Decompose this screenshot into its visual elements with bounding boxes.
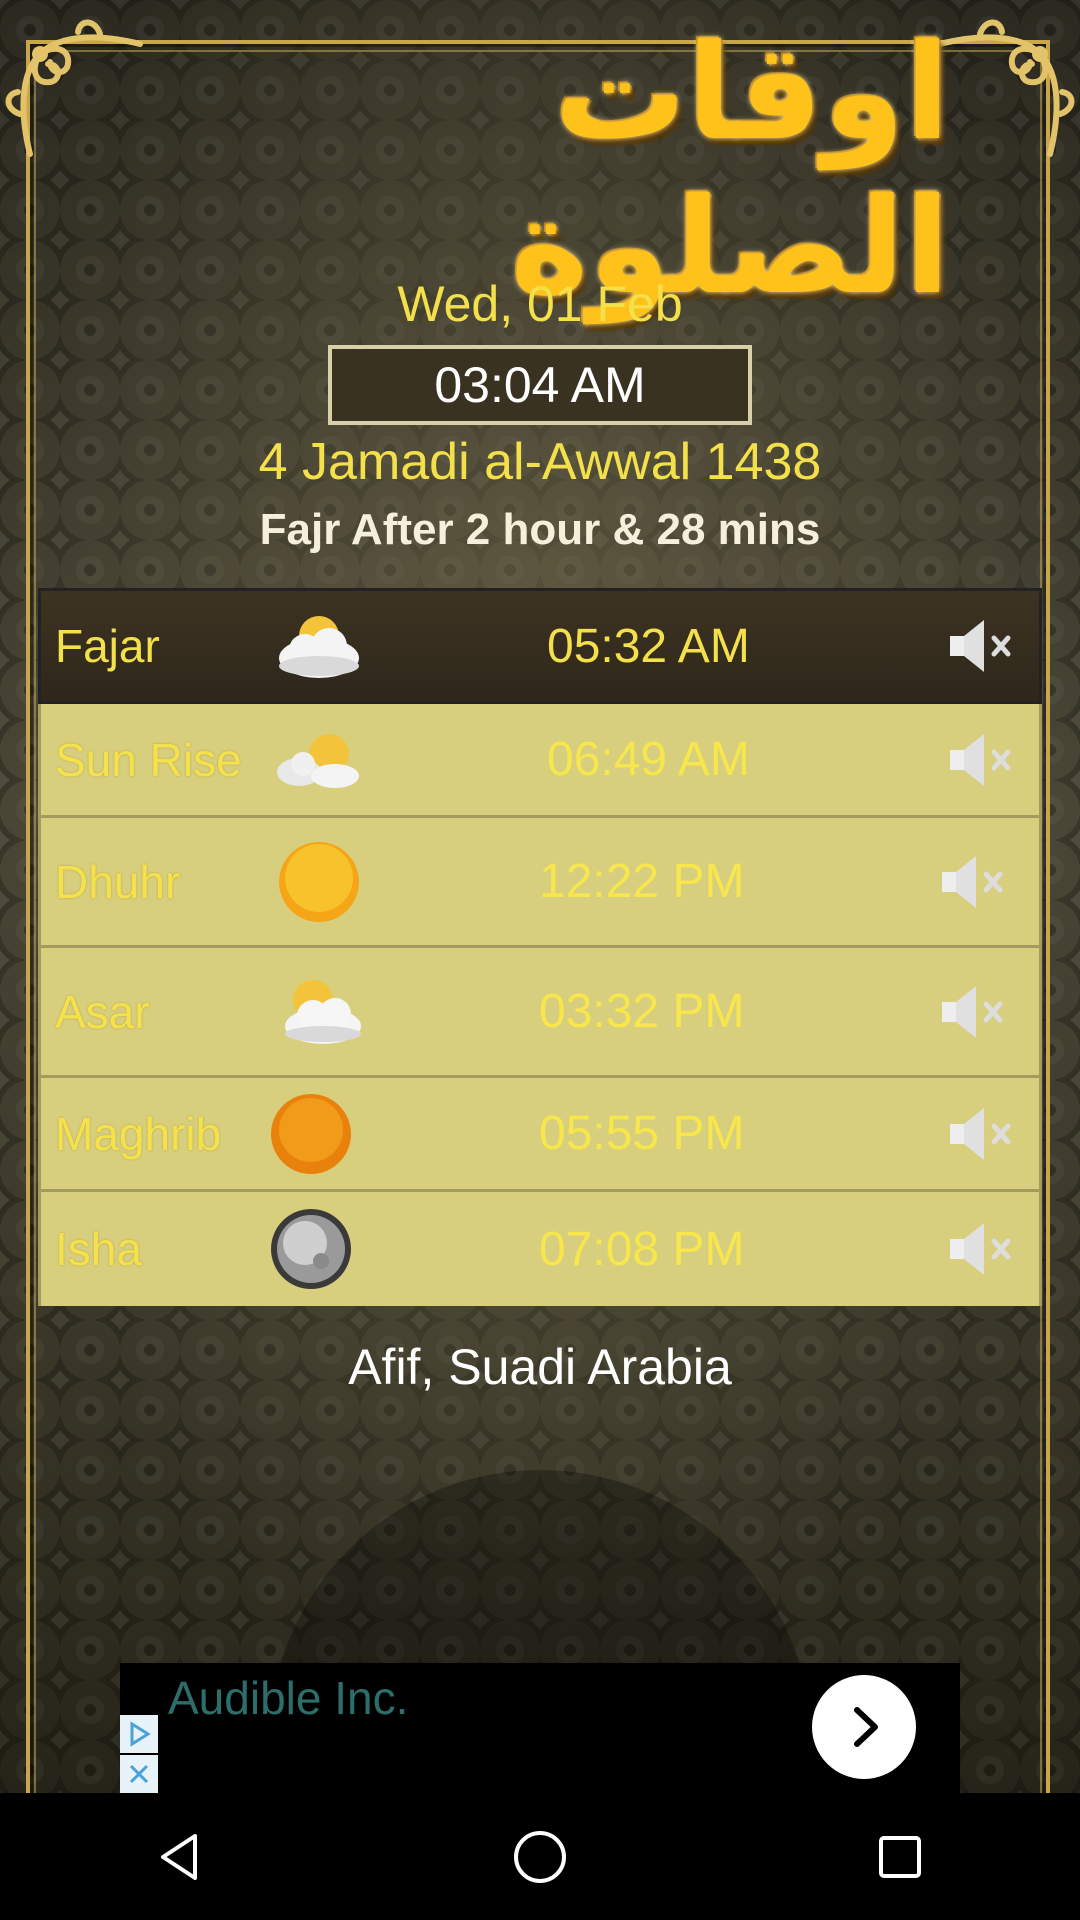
ornament-corner-left	[5, 19, 143, 157]
prayer-row-maghrib[interactable]: Maghrib 05:55 PM	[38, 1078, 1042, 1192]
hijri-date: 4 Jamadi al-Awwal 1438	[258, 433, 822, 491]
sun-icon	[279, 841, 359, 922]
mute-speaker-icon[interactable]	[938, 982, 1008, 1042]
system-nav-bar	[0, 1793, 1080, 1920]
prayer-time: 12:22 PM	[539, 855, 745, 908]
gregorian-date: Wed, 01 Feb	[397, 276, 683, 332]
prayer-row-asar[interactable]: Asar 03:32 PM	[38, 948, 1042, 1078]
prayer-times-table: Fajar 05:32 AM Sun Rise 06:49 AM Dhuhr 1…	[38, 588, 1042, 1306]
moon-icon	[271, 1209, 351, 1289]
prayer-name: Sun Rise	[55, 733, 242, 786]
prayer-time: 05:55 PM	[539, 1107, 745, 1160]
home-circle-icon	[514, 1830, 566, 1883]
prayer-row-sunrise[interactable]: Sun Rise 06:49 AM	[38, 704, 1042, 818]
prayer-name: Dhuhr	[55, 855, 181, 908]
prayer-name: Asar	[55, 985, 150, 1038]
mute-speaker-icon[interactable]	[938, 852, 1008, 912]
recents-square-icon	[879, 1835, 921, 1878]
prayer-time: 07:08 PM	[539, 1222, 745, 1276]
sunset-icon	[271, 1093, 351, 1174]
app-title: اوقات الصلوة	[510, 16, 950, 324]
mute-speaker-icon[interactable]	[946, 1104, 1016, 1164]
cloud-icon	[279, 616, 359, 678]
mute-speaker-icon[interactable]	[946, 616, 1016, 676]
prayer-row-isha[interactable]: Isha 07:08 PM	[38, 1192, 1042, 1306]
ad-title[interactable]: Audible Inc.	[168, 1671, 408, 1725]
next-prayer-countdown: Fajr After 2 hour & 28 mins	[259, 505, 821, 554]
partly-cloudy-icon	[285, 979, 361, 1044]
prayer-row-fajar[interactable]: Fajar 05:32 AM	[38, 588, 1042, 704]
prayer-name: Maghrib	[55, 1107, 222, 1160]
location-label: Afif, Suadi Arabia	[348, 1339, 732, 1395]
prayer-time: 06:49 AM	[547, 733, 750, 786]
prayer-name: Isha	[55, 1223, 142, 1275]
ad-info-icon[interactable]	[120, 1715, 158, 1753]
home-button[interactable]	[500, 1817, 580, 1897]
ad-open-button[interactable]	[812, 1675, 916, 1779]
back-button[interactable]	[140, 1817, 220, 1897]
back-triangle-icon	[161, 1833, 197, 1880]
prayer-row-dhuhr[interactable]: Dhuhr 12:22 PM	[38, 818, 1042, 948]
recents-button[interactable]	[860, 1817, 940, 1897]
prayer-time: 03:32 PM	[539, 985, 745, 1038]
chevron-right-icon	[854, 1707, 878, 1747]
prayer-time: 05:32 AM	[547, 619, 750, 673]
mute-speaker-icon[interactable]	[946, 1219, 1016, 1279]
sunrise-clouds-icon	[277, 733, 359, 788]
prayer-name: Fajar	[55, 620, 160, 672]
mute-speaker-icon[interactable]	[946, 730, 1016, 790]
ornament-corner-right	[937, 19, 1075, 157]
ad-close-icon[interactable]	[120, 1755, 158, 1793]
current-time: 03:04 AM	[328, 345, 752, 425]
ad-banner[interactable]: Audible Inc.	[120, 1663, 960, 1793]
